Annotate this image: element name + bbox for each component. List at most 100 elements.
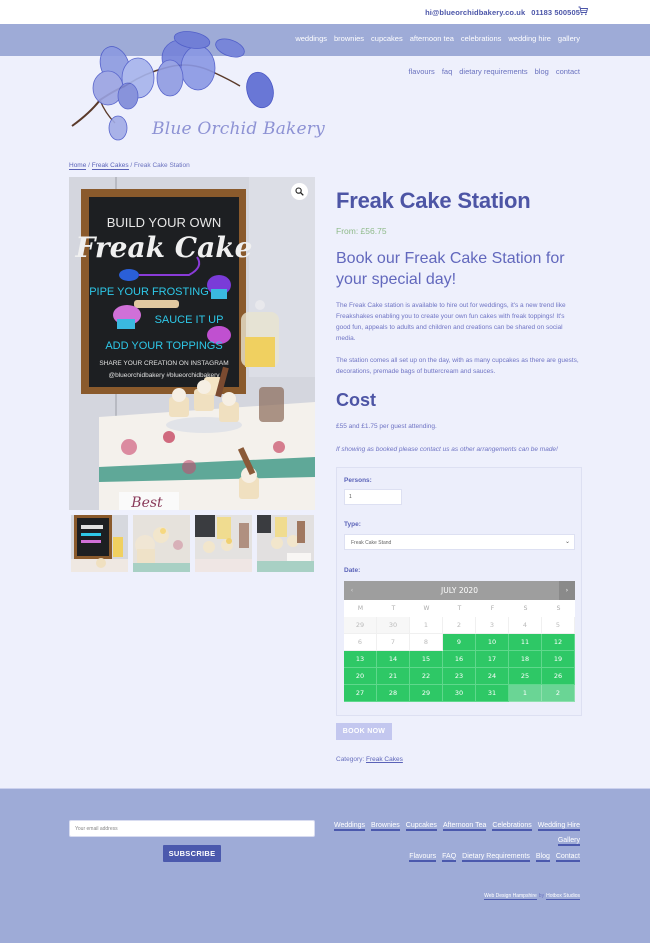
calendar-day[interactable]: 25 (509, 668, 542, 685)
calendar-day[interactable]: 24 (476, 668, 509, 685)
calendar-day[interactable]: 20 (344, 668, 377, 685)
calendar-day[interactable]: 19 (542, 651, 575, 668)
product-description: The Freak Cake station is available to h… (336, 300, 580, 388)
footer-link-wedding-hire[interactable]: Wedding Hire (537, 822, 580, 831)
calendar-day[interactable]: 9 (443, 634, 476, 651)
persons-input[interactable]: 1 (344, 489, 402, 505)
contact-phone-link[interactable]: 01183 500505 (531, 8, 580, 17)
credit-link-company[interactable]: Hotbox Studios (546, 893, 580, 900)
calendar-day[interactable]: 1 (509, 685, 542, 702)
date-label: Date: (344, 567, 361, 574)
calendar-grid: M T W T F S S 29 30 1 2 3 4 5 6 7 8 9 10 11 12 13 14 15 1… (344, 600, 575, 702)
calendar-day: 2 (443, 617, 476, 634)
thumbnail-4[interactable] (257, 515, 314, 572)
thumbnail-1[interactable] (71, 515, 128, 572)
calendar-day[interactable]: 12 (542, 634, 575, 651)
calendar-day[interactable]: 2 (542, 685, 575, 702)
logo-text[interactable]: Blue Orchid Bakery (152, 119, 325, 139)
nav-celebrations[interactable]: celebrations (461, 34, 501, 43)
calendar-day[interactable]: 27 (344, 685, 377, 702)
product-category: Category: Freak Cakes (336, 756, 403, 763)
calendar-day[interactable]: 21 (377, 668, 410, 685)
weekday-label: M (344, 600, 377, 617)
footer-link-celebrations[interactable]: Celebrations (492, 822, 532, 831)
footer-link-brownies[interactable]: Brownies (371, 822, 400, 831)
nav-cupcakes[interactable]: cupcakes (371, 34, 403, 43)
weekday-label: W (410, 600, 443, 617)
subscribe-button[interactable]: SUBSCRIBE (163, 845, 221, 862)
product-title: Freak Cake Station (336, 188, 531, 213)
calendar-day: 5 (542, 617, 575, 634)
footer-link-weddings[interactable]: Weddings (333, 822, 365, 831)
nav-brownies[interactable]: brownies (334, 34, 364, 43)
nav-blog[interactable]: blog (535, 67, 549, 76)
calendar-day[interactable]: 23 (443, 668, 476, 685)
nav-faq[interactable]: faq (442, 67, 452, 76)
placecard-text: Best (130, 495, 163, 510)
calendar-day: 6 (344, 634, 377, 651)
breadcrumb-home[interactable]: Home (69, 162, 87, 170)
chevron-down-icon: ⌄ (564, 539, 570, 545)
sign-line-6: SHARE YOUR CREATION ON INSTAGRAM (99, 360, 228, 367)
calendar-day[interactable]: 14 (377, 651, 410, 668)
newsletter-email-input[interactable]: Your email address (69, 820, 315, 837)
main-product-image[interactable]: BUILD YOUR OWN Freak Cake PIPE YOUR FROS… (69, 177, 315, 510)
calendar-day[interactable]: 10 (476, 634, 509, 651)
nav-dietary-requirements[interactable]: dietary requirements (459, 67, 527, 76)
persons-label: Persons: (344, 477, 372, 484)
breadcrumb: Home / Freak Cakes / Freak Cake Station (69, 162, 190, 170)
contact-email-link[interactable]: hi@blueorchidbakery.co.uk (425, 8, 525, 17)
calendar-day[interactable]: 16 (443, 651, 476, 668)
credit-link-web-design[interactable]: Web Design Hampshire (484, 893, 537, 900)
calendar-day[interactable]: 13 (344, 651, 377, 668)
category-link[interactable]: Freak Cakes (366, 756, 403, 763)
breadcrumb-category[interactable]: Freak Cakes (91, 162, 129, 170)
nav-afternoon-tea[interactable]: afternoon tea (410, 34, 454, 43)
footer: Your email address SUBSCRIBE Weddings Br… (0, 788, 650, 943)
footer-link-afternoon-tea[interactable]: Afternoon Tea (442, 822, 487, 831)
thumbnail-2[interactable] (133, 515, 190, 572)
nav-gallery[interactable]: gallery (558, 34, 580, 43)
thumbnail-3[interactable] (195, 515, 252, 572)
calendar-day[interactable]: 29 (410, 685, 443, 702)
nav-wedding-hire[interactable]: wedding hire (508, 34, 551, 43)
footer-link-cupcakes[interactable]: Cupcakes (405, 822, 437, 831)
nav-weddings[interactable]: weddings (295, 34, 327, 43)
calendar-day[interactable]: 18 (509, 651, 542, 668)
nav-contact[interactable]: contact (556, 67, 580, 76)
breadcrumb-separator: / (86, 162, 92, 169)
calendar-next-button[interactable]: › (559, 581, 575, 600)
top-contact: hi@blueorchidbakery.co.uk 01183 500505 (425, 8, 580, 17)
calendar-day[interactable]: 30 (443, 685, 476, 702)
footer-link-gallery[interactable]: Gallery (557, 837, 580, 846)
cart-icon[interactable] (578, 6, 588, 16)
weekday-label: F (476, 600, 509, 617)
weekday-label: T (377, 600, 410, 617)
sign-line-3: PIPE YOUR FROSTING (89, 286, 209, 298)
calendar-day[interactable]: 11 (509, 634, 542, 651)
calendar-day: 1 (410, 617, 443, 634)
footer-link-contact[interactable]: Contact (555, 853, 580, 862)
calendar-day[interactable]: 22 (410, 668, 443, 685)
book-now-button[interactable]: BOOK NOW (336, 723, 392, 740)
type-select[interactable]: Freak Cake Stand ⌄ (344, 534, 575, 550)
freak-cake-photo: BUILD YOUR OWN Freak Cake PIPE YOUR FROS… (69, 177, 315, 510)
calendar-day[interactable]: 15 (410, 651, 443, 668)
description-paragraph: The station comes all set up on the day,… (336, 357, 579, 375)
nav-flavours[interactable]: flavours (409, 67, 435, 76)
footer-link-faq[interactable]: FAQ (442, 853, 457, 862)
type-label: Type: (344, 521, 361, 528)
calendar-day[interactable]: 28 (377, 685, 410, 702)
calendar-day[interactable]: 31 (476, 685, 509, 702)
footer-link-dietary-requirements[interactable]: Dietary Requirements (462, 853, 530, 862)
calendar-day: 8 (410, 634, 443, 651)
thumbnail-strip (71, 515, 314, 572)
calendar-day[interactable]: 26 (542, 668, 575, 685)
footer-link-blog[interactable]: Blog (535, 853, 550, 862)
footer-link-flavours[interactable]: Flavours (409, 853, 437, 862)
zoom-button[interactable] (291, 183, 308, 200)
main-nav: weddings brownies cupcakes afternoon tea… (295, 34, 580, 43)
calendar-day[interactable]: 17 (476, 651, 509, 668)
calendar-prev-button[interactable]: ‹ (344, 581, 360, 600)
sign-line-7: @blueorchidbakery #blueorchidbakery (108, 372, 220, 379)
